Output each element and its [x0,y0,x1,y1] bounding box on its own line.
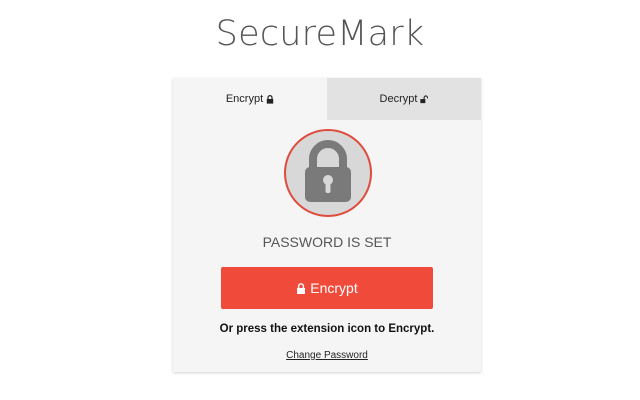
app-title: SecureMark [215,14,425,54]
encrypt-button-label: Encrypt [310,280,358,296]
status-lock-badge [284,129,372,217]
encrypt-button[interactable]: Encrypt [221,267,433,309]
lock-icon [296,282,306,294]
encryption-panel: Encrypt Decrypt PASSWORD IS SET Encrypt … [173,78,481,372]
hint-text: Or press the extension icon to Encrypt. [219,323,435,335]
tab-bar: Encrypt Decrypt [173,78,481,120]
change-password-link[interactable]: Change Password [286,350,368,361]
padlock-icon [300,139,356,207]
password-status-text: PASSWORD IS SET [262,234,392,250]
change-password-container: Change Password [173,350,481,361]
lock-icon [266,94,274,104]
tab-encrypt[interactable]: Encrypt [173,78,327,120]
tab-decrypt[interactable]: Decrypt [327,78,481,120]
unlock-icon [420,94,429,104]
tab-decrypt-label: Decrypt [379,93,418,105]
tab-encrypt-label: Encrypt [225,93,264,105]
